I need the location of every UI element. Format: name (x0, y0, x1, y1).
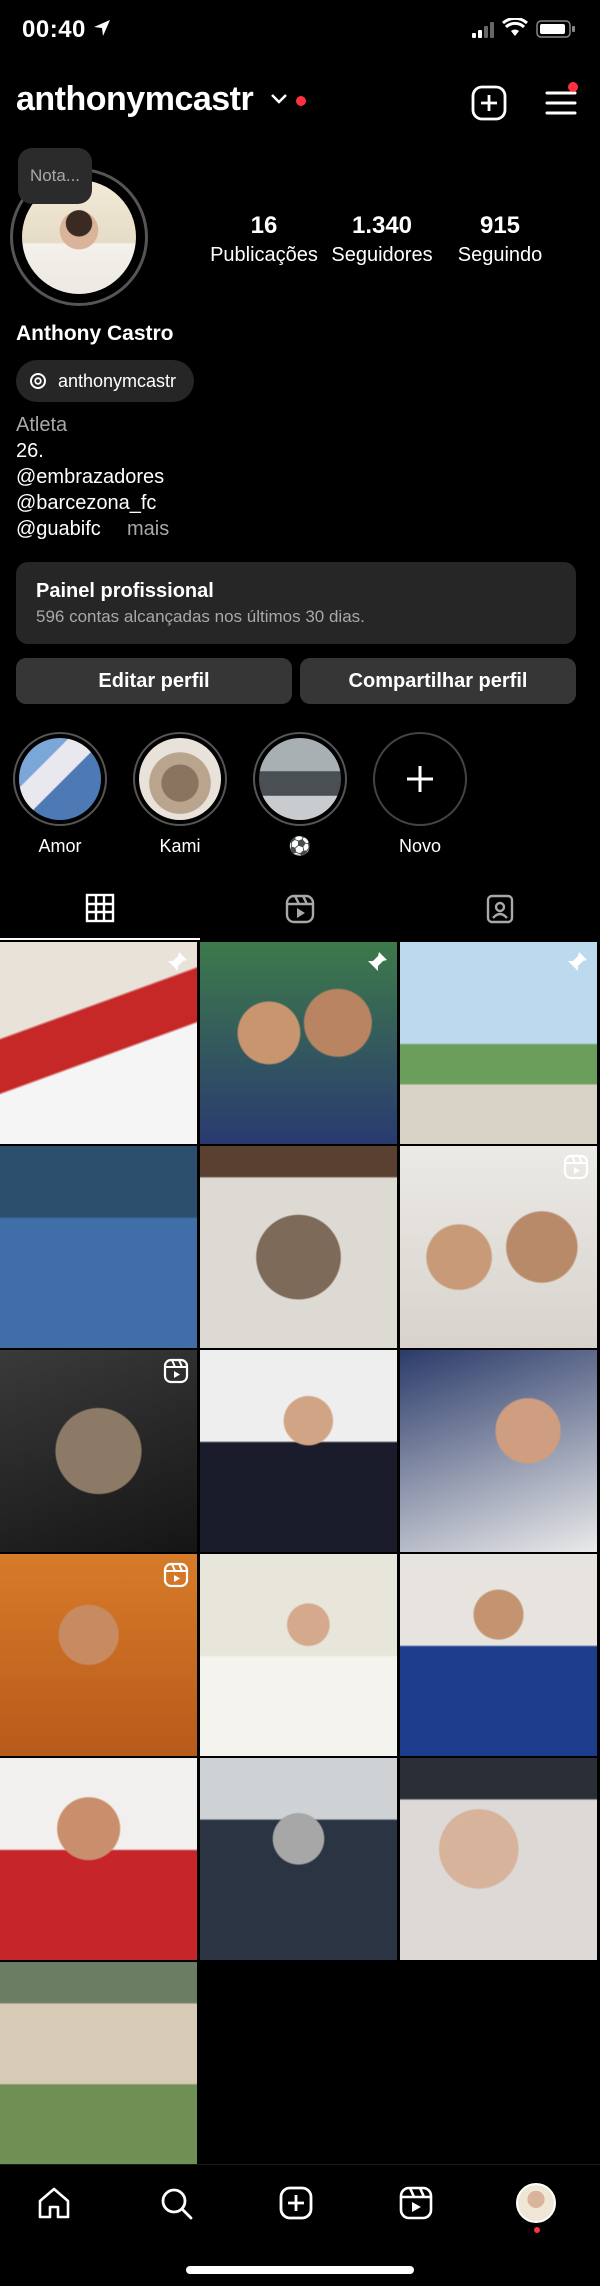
bottom-navigation (0, 2164, 600, 2245)
chevron-down-icon[interactable] (270, 92, 288, 106)
edit-profile-button[interactable]: Editar perfil (16, 658, 292, 704)
create-icon (279, 2186, 313, 2220)
grid-post[interactable] (200, 1554, 397, 1756)
status-time: 00:40 (22, 16, 86, 43)
pin-icon (568, 952, 587, 971)
tab-posts-grid[interactable] (0, 878, 200, 940)
grid-post[interactable] (0, 1758, 197, 1960)
stat-followers-value: 1.340 (351, 212, 413, 239)
professional-dashboard-title: Painel profissional (36, 580, 214, 602)
stat-following-label: Seguindo (457, 244, 543, 266)
reel-badge-icon (163, 1358, 189, 1384)
tagged-icon (486, 894, 514, 924)
reel-badge-icon (563, 1154, 589, 1180)
grid-post[interactable] (0, 1962, 197, 2164)
grid-post[interactable] (400, 1554, 597, 1756)
note-bubble[interactable]: Nota... (18, 148, 92, 204)
nav-reels[interactable] (396, 2183, 436, 2223)
highlight-label: Kami (159, 836, 201, 856)
wifi-icon (502, 18, 528, 36)
create-post-button[interactable] (470, 84, 508, 122)
grid-post[interactable] (0, 1350, 197, 1552)
grid-post[interactable] (200, 942, 397, 1144)
signal-icon (472, 22, 494, 38)
highlight-soccer[interactable]: ⚽ (250, 732, 350, 857)
grid-icon (85, 893, 115, 923)
professional-dashboard-subtitle: 596 contas alcançadas nos últimos 30 dia… (36, 607, 365, 626)
account-notification-dot (296, 96, 306, 106)
new-highlight-button[interactable]: Novo (370, 732, 470, 857)
stat-followers-label: Seguidores (331, 244, 433, 266)
grid-post[interactable] (0, 1554, 197, 1756)
stat-following-value: 915 (479, 212, 521, 239)
tab-reels[interactable] (200, 878, 400, 940)
location-arrow-icon (94, 20, 110, 36)
pin-icon (368, 952, 387, 971)
reels-icon (285, 894, 315, 924)
grid-post[interactable] (200, 1758, 397, 1960)
grid-post[interactable] (0, 1146, 197, 1348)
tab-tagged[interactable] (400, 878, 600, 940)
reels-icon (399, 2186, 433, 2220)
profile-full-name: Anthony Castro (16, 322, 174, 345)
stat-posts[interactable]: 16 Publicações (206, 212, 322, 267)
grid-post[interactable] (400, 942, 597, 1144)
search-icon (161, 2188, 193, 2220)
highlight-label: Amor (38, 836, 82, 856)
grid-post[interactable] (400, 1350, 597, 1552)
profile-avatar (516, 2183, 556, 2223)
grid-post[interactable] (200, 1350, 397, 1552)
profile-username[interactable]: anthonymcastr (16, 80, 254, 119)
grid-post[interactable] (400, 1146, 597, 1348)
grid-post[interactable] (0, 942, 197, 1144)
bio-mention[interactable]: @embrazadores (16, 466, 164, 489)
plus-icon (373, 732, 467, 826)
profile-notification-dot (534, 2227, 540, 2233)
bio-more-link[interactable]: mais (127, 518, 169, 541)
threads-badge[interactable]: anthonymcastr (16, 360, 195, 402)
home-icon (38, 2187, 70, 2219)
nav-profile[interactable] (516, 2183, 556, 2223)
stat-followers[interactable]: 1.340 Seguidores (326, 212, 438, 267)
nav-home[interactable] (34, 2183, 74, 2223)
status-bar: 00:40 (0, 0, 600, 64)
profile-tabs (0, 878, 600, 940)
pin-icon (168, 952, 187, 971)
grid-post[interactable] (200, 1146, 397, 1348)
share-profile-button[interactable]: Compartilhar perfil (300, 658, 576, 704)
nav-create[interactable] (276, 2183, 316, 2223)
stat-posts-label: Publicações (210, 244, 318, 266)
reel-badge-icon (163, 1562, 189, 1588)
highlight-cover (13, 732, 107, 826)
menu-notification-dot (568, 82, 578, 92)
bio-line: 26. (16, 440, 44, 462)
highlight-label: ⚽ (288, 836, 312, 856)
threads-handle: anthonymcastr (58, 370, 177, 391)
highlight-label: Novo (398, 836, 442, 856)
stat-posts-value: 16 (250, 212, 278, 239)
highlight-cover (253, 732, 347, 826)
bio-mention[interactable]: @barcezona_fc (16, 492, 156, 515)
highlight-kami[interactable]: Kami (130, 732, 230, 857)
grid-post[interactable] (400, 1758, 597, 1960)
threads-icon (30, 373, 46, 389)
home-indicator (186, 2266, 414, 2274)
battery-icon (536, 20, 575, 38)
nav-search[interactable] (156, 2183, 196, 2223)
professional-dashboard[interactable]: Painel profissional 596 contas alcançada… (16, 562, 576, 644)
stat-following[interactable]: 915 Seguindo (448, 212, 552, 267)
bio-mention[interactable]: @guabifc (16, 518, 101, 541)
highlight-cover (133, 732, 227, 826)
highlight-amor[interactable]: Amor (10, 732, 110, 857)
profile-category: Atleta (16, 414, 68, 436)
